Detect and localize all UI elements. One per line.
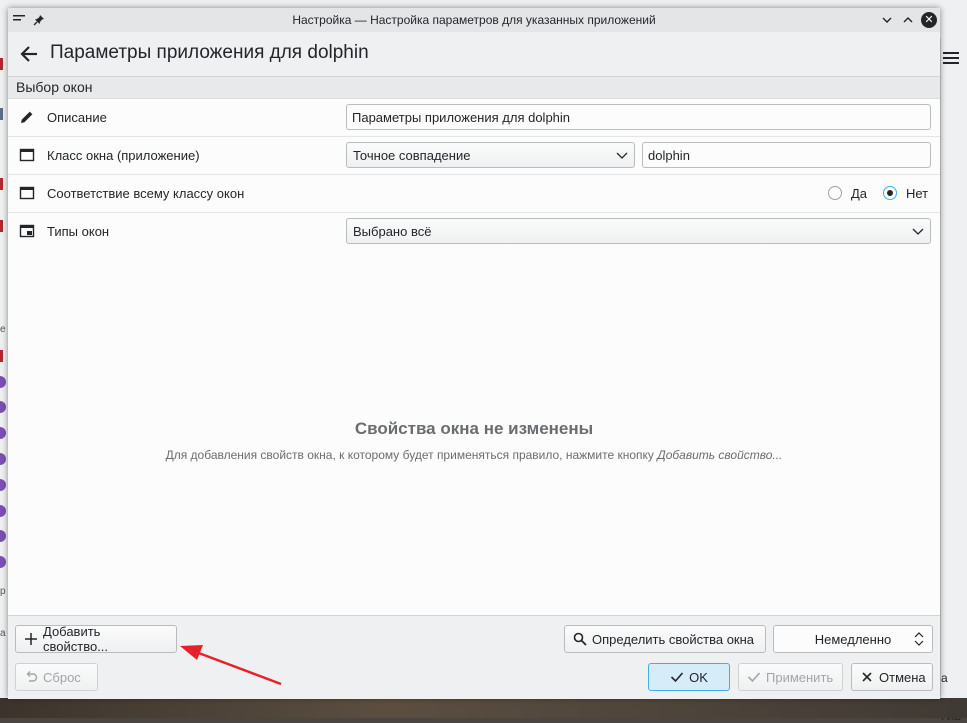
desktop-strip [0, 698, 967, 718]
whole-class-no-label[interactable]: Нет [906, 186, 928, 201]
checkmark-icon [747, 672, 761, 683]
description-input[interactable]: Параметры приложения для dolphin [346, 104, 931, 130]
section-header: Выбор окон [8, 77, 940, 99]
window-types-label: Типы окон [47, 224, 110, 239]
undo-icon [26, 671, 38, 682]
page-title: Параметры приложения для dolphin [50, 42, 369, 63]
detect-properties-button[interactable]: Определить свойства окна [564, 625, 766, 653]
whole-class-row: Соответствие всему классу окон Да Нет [8, 175, 940, 213]
dialog-footer: Добавить свойство... Определить свойства… [8, 615, 940, 699]
ok-button[interactable]: OK [648, 663, 730, 691]
rule-editor: Выбор окон Описание Параметры приложения… [8, 77, 940, 615]
whole-class-no-radio[interactable] [883, 186, 897, 200]
minimize-icon[interactable] [878, 11, 896, 29]
settings-dialog: Настройка — Настройка параметров для ука… [8, 8, 940, 699]
window-class-label: Класс окна (приложение) [47, 148, 200, 163]
cancel-label: Отмена [879, 669, 926, 685]
title-bar[interactable]: Настройка — Настройка параметров для ука… [8, 8, 940, 32]
delay-spinbox[interactable]: Немедленно [773, 625, 933, 653]
close-icon: ✕ [921, 12, 937, 28]
empty-state-description: Для добавления свойств окна, к которому … [8, 448, 940, 462]
search-icon [573, 632, 587, 646]
apply-button[interactable]: Применить [738, 663, 843, 691]
window-types-value: Выбрано всё [353, 224, 432, 239]
match-type-select[interactable]: Точное совпадение [346, 142, 635, 168]
description-row: Описание Параметры приложения для dolphi… [8, 99, 940, 137]
page-header: Параметры приложения для dolphin [8, 32, 940, 77]
reset-label: Сброс [43, 669, 81, 685]
hamburger-menu-icon[interactable] [943, 52, 959, 66]
cancel-icon [862, 672, 872, 682]
window-types-select[interactable]: Выбрано всё [346, 218, 931, 244]
checkmark-icon [671, 672, 684, 683]
cancel-button[interactable]: Отмена [851, 663, 933, 691]
delay-value: Немедленно [814, 631, 892, 647]
close-window-button[interactable]: ✕ [920, 11, 938, 29]
add-property-button[interactable]: Добавить свойство... [15, 624, 177, 654]
detect-properties-label: Определить свойства окна [592, 631, 755, 647]
background-window-right-edge: а ГиБ [940, 38, 967, 723]
add-property-label: Добавить свойство... [43, 624, 109, 654]
match-type-value: Точное совпадение [353, 148, 471, 163]
whole-class-label: Соответствие всему классу окон [47, 186, 245, 201]
apply-label: Применить [766, 669, 834, 685]
empty-state-title: Свойства окна не изменены [354, 419, 594, 438]
pencil-icon [19, 109, 35, 125]
window-types-row: Типы окон Выбрано всё [8, 213, 940, 250]
window-icon [19, 185, 35, 201]
whole-class-yes-label[interactable]: Да [851, 186, 867, 201]
chevron-down-icon [616, 152, 628, 159]
plus-icon [25, 633, 37, 645]
window-icon [19, 147, 35, 163]
whole-class-yes-radio[interactable] [828, 186, 842, 200]
reset-button[interactable]: Сброс [15, 663, 98, 691]
spin-arrows-icon[interactable] [914, 631, 924, 647]
background-text: а [941, 671, 948, 685]
chevron-down-icon [912, 228, 924, 235]
window-types-icon [19, 223, 35, 239]
window-class-row: Класс окна (приложение) Точное совпадени… [8, 137, 940, 175]
window-title: Настройка — Настройка параметров для ука… [292, 13, 656, 27]
ok-label: OK [689, 669, 708, 685]
background-window-left-edge: е р a [0, 38, 8, 688]
maximize-icon[interactable] [899, 11, 917, 29]
window-class-input[interactable]: dolphin [642, 142, 931, 168]
back-arrow-icon[interactable] [18, 43, 40, 65]
empty-state-text: Для добавления свойств окна, к которому … [165, 448, 658, 462]
empty-state-action: Добавить свойство... [657, 448, 783, 462]
description-label: Описание [47, 110, 107, 125]
section-title: Выбор окон [16, 79, 93, 95]
